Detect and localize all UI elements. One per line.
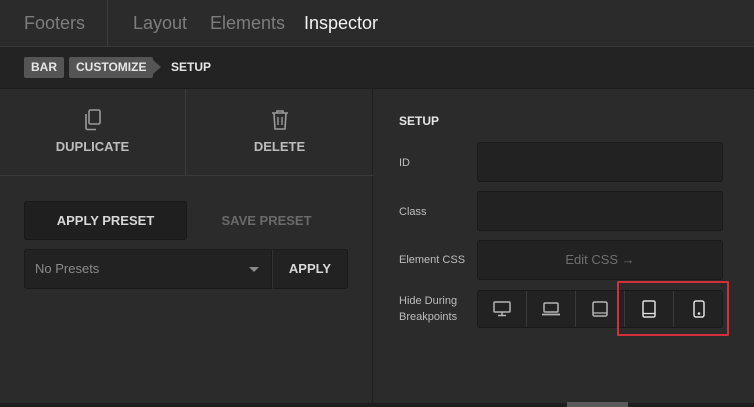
trash-icon: [271, 109, 289, 136]
left-panel: DUPLICATE DELETE APPLY PRESET SAVE PRESE…: [0, 89, 373, 407]
delete-button[interactable]: DELETE: [186, 89, 373, 175]
apply-preset-button[interactable]: APPLY PRESET: [24, 201, 187, 240]
breakpoint-laptop-toggle[interactable]: [527, 291, 576, 327]
delete-label: DELETE: [253, 139, 306, 154]
bottom-bar: [0, 403, 754, 407]
breadcrumb-customize[interactable]: CUSTOMIZE: [69, 57, 162, 78]
section-title: SETUP: [399, 114, 440, 128]
breakpoint-highlight-box: [617, 281, 729, 336]
save-preset-button[interactable]: SAVE PRESET: [195, 201, 338, 240]
laptop-icon: [541, 302, 561, 316]
id-input[interactable]: [477, 142, 723, 182]
tab-inspector[interactable]: Inspector: [304, 0, 378, 47]
setup-panel: SETUP ID Class Element CSS Edit CSS → Hi…: [374, 89, 754, 407]
tab-elements[interactable]: Elements: [210, 0, 285, 47]
class-label: Class: [399, 206, 427, 218]
breadcrumb: BAR CUSTOMIZE SETUP: [0, 47, 754, 89]
duplicate-label: DUPLICATE: [55, 139, 130, 154]
tab-separator: [107, 0, 108, 47]
divider: [0, 175, 373, 176]
breadcrumb-setup: SETUP: [171, 60, 212, 74]
desktop-icon: [493, 301, 511, 317]
tab-footers[interactable]: Footers: [24, 0, 85, 47]
chevron-down-icon: [249, 267, 259, 272]
edit-css-button[interactable]: Edit CSS →: [477, 240, 723, 280]
breadcrumb-bar[interactable]: BAR: [24, 57, 64, 78]
scrollbar-thumb[interactable]: [567, 402, 628, 407]
preset-select[interactable]: No Presets: [24, 249, 272, 289]
tab-layout[interactable]: Layout: [133, 0, 187, 47]
top-tab-bar: Footers Layout Elements Inspector: [0, 0, 754, 47]
tablet-landscape-icon: [592, 301, 608, 317]
class-input[interactable]: [477, 191, 723, 231]
breakpoint-desktop-toggle[interactable]: [478, 291, 527, 327]
breakpoints-label: Breakpoints: [399, 311, 458, 323]
id-label: ID: [399, 157, 410, 169]
copy-icon: [83, 109, 103, 136]
preset-select-value: No Presets: [35, 261, 100, 276]
apply-button[interactable]: APPLY: [272, 249, 348, 289]
element-css-label: Element CSS: [399, 254, 466, 266]
duplicate-button[interactable]: DUPLICATE: [0, 89, 186, 175]
hide-during-label: Hide During: [399, 295, 458, 307]
